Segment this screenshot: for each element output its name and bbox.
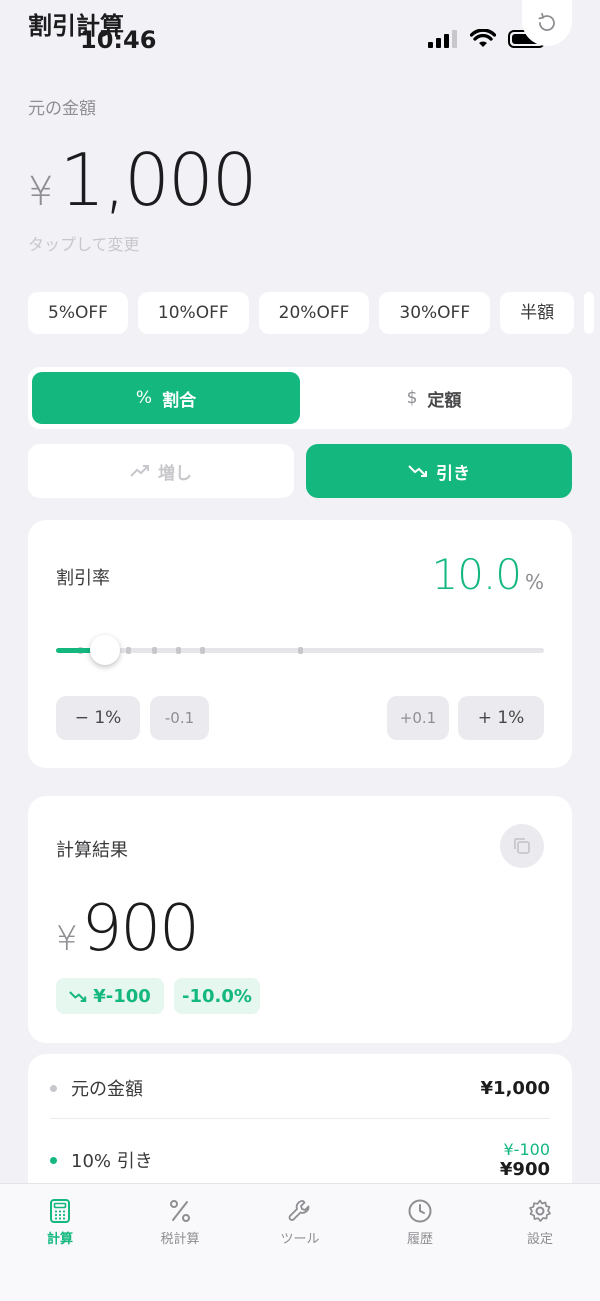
decrease-button[interactable]: 引き	[306, 444, 572, 498]
result-value: 900	[81, 892, 200, 966]
copy-button[interactable]	[500, 824, 544, 868]
status-clock: 10:46	[80, 26, 157, 54]
discount-rate-display: 10.0 %	[431, 550, 544, 599]
preset-chip-more[interactable]	[584, 292, 595, 334]
tab-bar: 計算 税計算 ツール 履歴 設定	[0, 1183, 600, 1301]
discount-rate-card: 割引率 10.0 % − 1% -0.1 +0.1 + 1%	[28, 520, 572, 768]
breakdown-row-original: 元の金額 ¥1,000	[50, 1076, 550, 1100]
slider-tick	[200, 647, 205, 654]
difference-amount: ¥-100	[93, 985, 151, 1007]
discount-rate-unit: %	[524, 570, 544, 594]
result-card: 計算結果 ¥ 900 ¥-100 -10.0%	[28, 796, 572, 1043]
tab-label: 履歴	[406, 1232, 433, 1247]
bullet-dot	[50, 1084, 57, 1092]
mode-percent-label: 割合	[162, 390, 197, 411]
tab-label: 税計算	[160, 1232, 200, 1247]
gear-icon	[529, 1199, 551, 1222]
rate-slider-thumb[interactable]	[89, 635, 120, 665]
slider-tick	[176, 647, 181, 654]
minus-one-percent-button[interactable]: − 1%	[56, 696, 140, 740]
breakdown-row-discount: 10% 引き ¥-100 ¥900	[50, 1136, 550, 1184]
result-currency-symbol: ¥	[56, 919, 78, 959]
difference-amount-badge: ¥-100	[56, 978, 164, 1014]
preset-chip-5-off[interactable]: 5%OFF	[28, 292, 128, 334]
currency-symbol: ¥	[28, 169, 54, 215]
increase-button[interactable]: 増し	[28, 444, 294, 498]
bullet-dot	[50, 1156, 57, 1164]
tab-tax[interactable]: 税計算	[130, 1198, 230, 1247]
discount-rate-label: 割引率	[56, 568, 110, 589]
slider-tick	[152, 647, 157, 654]
mode-segmented-control: % 割合 $ 定額	[28, 367, 572, 429]
preset-chip-10-off[interactable]: 10%OFF	[137, 292, 249, 334]
tab-label: ツール	[280, 1232, 320, 1247]
cellular-signal-icon	[428, 30, 457, 48]
slider-tick	[298, 647, 303, 654]
breakdown-sub-value: ¥-100	[503, 1140, 551, 1159]
increase-label: 増し	[158, 463, 192, 484]
breakdown-label: 10% 引き	[71, 1151, 153, 1172]
divider	[50, 1118, 550, 1119]
tab-calculate[interactable]: 計算	[10, 1198, 110, 1247]
direction-toggle: 増し 引き	[28, 444, 572, 498]
mode-fixed-label: 定額	[427, 390, 462, 411]
tab-label: 設定	[526, 1232, 553, 1247]
tab-history[interactable]: 履歴	[370, 1198, 470, 1247]
clock-icon	[408, 1199, 432, 1223]
reset-button[interactable]	[522, 0, 572, 46]
preset-chip-30-off[interactable]: 30%OFF	[379, 292, 491, 334]
mode-fixed-button[interactable]: $ 定額	[300, 372, 568, 424]
dollar-icon: $	[406, 388, 418, 408]
breakdown-value: ¥1,000	[480, 1077, 550, 1099]
preset-chip-row: 5%OFF 10%OFF 20%OFF 30%OFF 半額	[28, 292, 595, 334]
plus-one-percent-button[interactable]: + 1%	[458, 696, 544, 740]
slider-tick	[126, 647, 131, 654]
wifi-icon	[470, 29, 496, 47]
breakdown-label: 元の金額	[71, 1079, 143, 1100]
tab-settings[interactable]: 設定	[490, 1198, 590, 1247]
tap-to-change-hint: タップして変更	[28, 235, 140, 254]
original-amount-display[interactable]: ¥ 1,000	[28, 138, 258, 222]
mode-percent-button[interactable]: % 割合	[32, 372, 300, 424]
trend-down-icon	[408, 465, 427, 477]
copy-icon	[514, 838, 530, 854]
original-amount-label: 元の金額	[28, 99, 96, 119]
preset-chip-20-off[interactable]: 20%OFF	[258, 292, 370, 334]
calculator-icon	[50, 1199, 70, 1223]
discount-rate-value: 10.0	[431, 550, 522, 599]
tab-tools[interactable]: ツール	[250, 1198, 350, 1247]
percent-icon: %	[135, 388, 153, 408]
rate-slider[interactable]	[56, 647, 544, 654]
result-label: 計算結果	[56, 840, 128, 861]
minus-tenth-button[interactable]: -0.1	[150, 696, 209, 740]
trend-down-icon	[69, 990, 87, 1002]
trend-up-icon	[130, 465, 149, 477]
plus-tenth-button[interactable]: +0.1	[387, 696, 449, 740]
result-amount: ¥ 900	[56, 892, 200, 966]
preset-chip-half[interactable]: 半額	[500, 292, 575, 334]
breakdown-value: ¥900	[499, 1159, 550, 1180]
percent-icon	[170, 1200, 190, 1222]
wrench-icon	[288, 1200, 310, 1221]
original-amount-value: 1,000	[59, 138, 257, 222]
decrease-label: 引き	[436, 463, 470, 484]
difference-percent-badge: -10.0%	[174, 978, 260, 1014]
tab-label: 計算	[46, 1232, 73, 1247]
refresh-icon	[538, 12, 555, 31]
